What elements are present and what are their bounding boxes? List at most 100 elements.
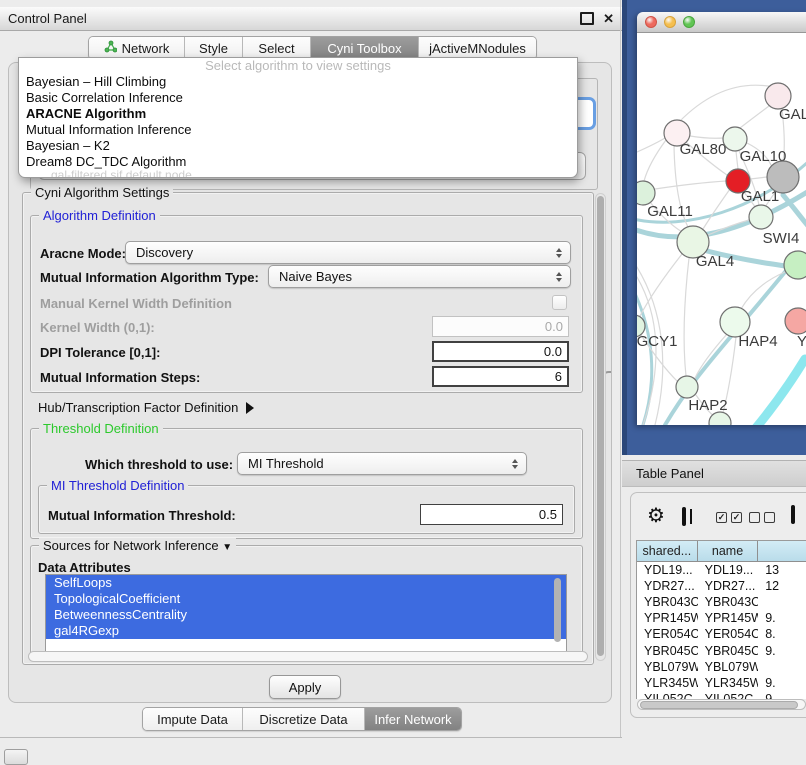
columns-icon[interactable] (682, 509, 686, 524)
tab-discretize-data[interactable]: Discretize Data (243, 708, 365, 730)
network-edge (684, 258, 689, 376)
attribute-item-gal4rgexp[interactable]: gal4RGexp (46, 623, 566, 639)
network-node-gal11[interactable] (637, 181, 655, 205)
tab-jactivemnodules[interactable]: jActiveMNodules (419, 37, 536, 59)
traffic-minimize-button[interactable] (664, 16, 676, 28)
node-label-gal80: GAL80 (680, 141, 727, 158)
threshold-definition-title: Threshold Definition (39, 421, 163, 436)
node-label-gal4: GAL4 (696, 253, 734, 270)
network-node-unlabeled[interactable] (767, 161, 799, 193)
table-row[interactable]: YDL19...YDL19...13 (637, 562, 806, 578)
settings-horizontal-scrollbar[interactable] (28, 651, 588, 662)
collapsed-panel-button[interactable] (4, 749, 28, 765)
attribute-item-topologicalcoefficient[interactable]: TopologicalCoefficient (46, 591, 566, 607)
expand-right-icon (246, 402, 254, 414)
attribute-item-selfloops[interactable]: SelfLoops (46, 575, 566, 591)
table-cell: YDR27... (698, 579, 759, 593)
traffic-zoom-button[interactable] (683, 16, 695, 28)
table-row[interactable]: YDR27...YDR27...12 (637, 578, 806, 594)
float-window-icon[interactable] (580, 12, 594, 25)
table-cell: YBR045C (637, 644, 698, 658)
table-cell: YDL19... (637, 563, 698, 577)
collapse-down-icon: ▼ (222, 542, 232, 553)
tab-label: jActiveMNodules (429, 41, 526, 56)
tab-label: Cyni Toolbox (327, 41, 401, 56)
table-cell: YPR145W (637, 611, 698, 625)
algorithm-option-dream8-dc-tdc-algorithm[interactable]: Dream8 DC_TDC Algorithm (19, 154, 577, 170)
control-panel-titlebar: Control Panel ✕ (0, 7, 622, 31)
attribute-item-betweennesscentrality[interactable]: BetweennessCentrality (46, 607, 566, 623)
tab-network[interactable]: Network (89, 37, 185, 59)
document-icon[interactable] (791, 507, 795, 522)
table-cell: YBR043C (698, 595, 759, 609)
mi-threshold-definition-group: MI Threshold Definition (38, 485, 575, 534)
node-label-y: Y (797, 333, 806, 350)
table-panel-titlebar: Table Panel (622, 460, 806, 487)
network-node-unlabeled[interactable] (784, 251, 806, 279)
table-header-row: shared...name (637, 541, 806, 562)
algorithm-option-basic-correlation-inference[interactable]: Basic Correlation Inference (19, 90, 577, 106)
tab-infer-network[interactable]: Infer Network (365, 708, 461, 730)
algorithm-option-aracne-algorithm[interactable]: ARACNE Algorithm (19, 106, 577, 122)
table-row[interactable]: YBR045CYBR045C9. (637, 642, 806, 658)
table-cell: 9. (758, 644, 806, 658)
algorithm-dropdown-popup: Select algorithm to view settings Bayesi… (18, 57, 578, 178)
close-icon[interactable]: ✕ (603, 12, 614, 25)
sources-title: Sources for Network Inference (43, 538, 219, 553)
table-cell: YIL052C (698, 692, 759, 699)
unchecked-pair-icon[interactable] (749, 512, 775, 523)
traffic-close-button[interactable] (645, 16, 657, 28)
algorithm-option-bayesian-k2[interactable]: Bayesian – K2 (19, 138, 577, 154)
network-graph[interactable]: GALGAL80GAL10GAL1GAL11SWI4GAL4GCY1HAP4YH… (637, 33, 806, 425)
table-cell: YIL052C (637, 692, 698, 699)
table-cell: 9. (758, 692, 806, 699)
panel-bottom-divider (0, 737, 622, 738)
table-row[interactable]: YER054CYER054C8. (637, 626, 806, 642)
network-node-y[interactable] (785, 308, 806, 334)
hub-transcription-factor-section[interactable]: Hub/Transcription Factor Definition (38, 400, 254, 415)
tab-label: Discretize Data (259, 712, 347, 727)
settings-group-title: Cyni Algorithm Settings (31, 185, 173, 200)
table-row[interactable]: YLR345WYLR345W9. (637, 675, 806, 691)
table-header-shared[interactable]: shared... (637, 541, 698, 562)
network-edge (644, 140, 666, 181)
algorithm-option-bayesian-hill-climbing[interactable]: Bayesian – Hill Climbing (19, 74, 577, 90)
table-cell: YBR045C (698, 644, 759, 658)
table-header-name[interactable]: name (698, 541, 759, 562)
table-row[interactable]: YIL052CYIL052C9. (637, 691, 806, 699)
network-view-window: GALGAL80GAL10GAL1GAL11SWI4GAL4GCY1HAP4YH… (637, 12, 806, 425)
node-label-hap4: HAP4 (738, 333, 777, 350)
table-cell: 13 (758, 563, 806, 577)
node-label-gal11: GAL11 (647, 203, 693, 220)
table-header-col2[interactable] (758, 541, 806, 562)
network-edge (655, 181, 726, 189)
gear-icon[interactable]: ⚙ (647, 506, 665, 526)
table-row[interactable]: YBL079WYBL079W (637, 659, 806, 675)
network-edge (750, 177, 767, 179)
checked-pair-icon[interactable]: ✓✓ (716, 512, 742, 523)
table-row[interactable]: YPR145WYPR145W9. (637, 610, 806, 626)
tab-style[interactable]: Style (185, 37, 243, 59)
data-attributes-label: Data Attributes (38, 560, 131, 575)
table-horizontal-scrollbar[interactable] (637, 699, 806, 710)
settings-vertical-scrollbar[interactable] (595, 193, 606, 661)
node-label-gcy1: GCY1 (637, 333, 677, 350)
desktop-shadow-edge (622, 0, 627, 455)
table-row[interactable]: YBR043CYBR043C (637, 594, 806, 610)
tab-label: Network (122, 41, 170, 56)
apply-button[interactable]: Apply (269, 675, 341, 699)
attributes-list-scrollbar[interactable] (553, 576, 562, 648)
network-node-swi4[interactable] (749, 205, 773, 229)
network-canvas[interactable]: GALGAL80GAL10GAL1GAL11SWI4GAL4GCY1HAP4YH… (637, 33, 806, 425)
network-node-hap2[interactable] (676, 376, 698, 398)
tab-select[interactable]: Select (243, 37, 311, 59)
network-window-titlebar[interactable] (637, 12, 806, 33)
algorithm-option-mutual-information-inference[interactable]: Mutual Information Inference (19, 122, 577, 138)
tab-label: Style (199, 41, 228, 56)
tab-label: Infer Network (374, 712, 451, 727)
table-cell: 9. (758, 676, 806, 690)
network-edge (740, 103, 773, 128)
table-cell: YDL19... (698, 563, 759, 577)
tab-impute-data[interactable]: Impute Data (143, 708, 243, 730)
tab-cyni-toolbox[interactable]: Cyni Toolbox (311, 37, 419, 59)
